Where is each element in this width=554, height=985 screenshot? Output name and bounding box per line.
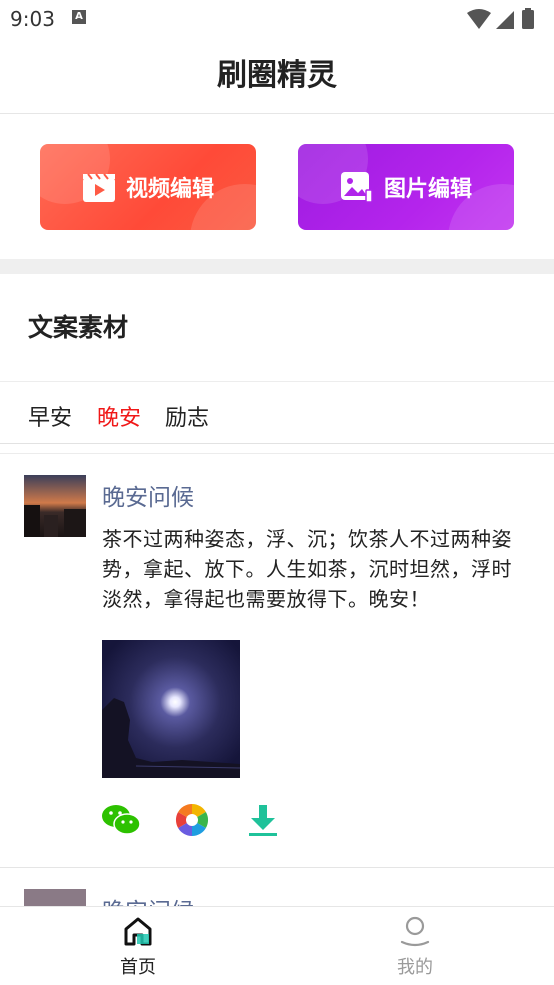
video-edit-button[interactable]: 视频编辑: [40, 144, 256, 230]
nav-home[interactable]: 首页: [58, 907, 218, 985]
post-list[interactable]: 晚安问候 茶不过两种姿态，浮、沉；饮茶人不过两种姿势，拿起、放下。人生如茶，沉时…: [0, 453, 554, 906]
image-edit-icon: [340, 172, 373, 203]
row-divider: [0, 867, 554, 868]
download-button[interactable]: [243, 800, 283, 840]
bottom-nav: 首页 我的: [0, 906, 554, 985]
edit-buttons-row: 视频编辑 图片编辑: [0, 115, 554, 259]
video-clapper-icon: [82, 173, 115, 202]
video-edit-label: 视频编辑: [125, 177, 214, 202]
section-divider: [0, 259, 554, 274]
status-time: 9:03: [10, 7, 55, 31]
section-title: 文案素材: [28, 313, 129, 342]
profile-icon: [400, 916, 430, 947]
signal-icon: [496, 11, 514, 29]
avatar[interactable]: [24, 889, 86, 906]
post-title: 晚安问候: [102, 485, 194, 511]
wifi-icon: [467, 9, 491, 29]
photo-edit-button[interactable]: 图片编辑: [298, 144, 514, 230]
nav-home-label: 首页: [120, 957, 156, 978]
tab-morning[interactable]: 早安: [28, 400, 72, 432]
app-header: 刷圈精灵: [0, 38, 554, 114]
post-body: 茶不过两种姿态，浮、沉；饮茶人不过两种姿势，拿起、放下。人生如茶，沉时坦然，浮时…: [102, 527, 512, 611]
status-icons: [467, 8, 534, 29]
accessibility-notification-icon: A: [72, 10, 86, 24]
tab-goodnight[interactable]: 晚安: [97, 400, 141, 432]
tab-motivation[interactable]: 励志: [165, 400, 209, 432]
nav-profile-label: 我的: [397, 957, 433, 978]
battery-icon: [522, 10, 534, 29]
photo-edit-label: 图片编辑: [383, 177, 472, 202]
moments-icon: [175, 803, 209, 837]
home-icon: [124, 917, 152, 946]
share-moments-button[interactable]: [172, 800, 212, 840]
share-wechat-button[interactable]: [101, 800, 141, 840]
post-title: 晚安问候: [102, 892, 194, 906]
avatar[interactable]: [24, 475, 86, 537]
wechat-icon: [102, 805, 141, 835]
post-image[interactable]: [102, 640, 240, 778]
status-bar: 9:03 A: [0, 0, 554, 38]
page-title: 刷圈精灵: [217, 58, 337, 93]
nav-profile[interactable]: 我的: [335, 907, 495, 985]
download-icon: [249, 805, 277, 836]
category-tabs: 早安 晚安 励志: [0, 381, 554, 444]
